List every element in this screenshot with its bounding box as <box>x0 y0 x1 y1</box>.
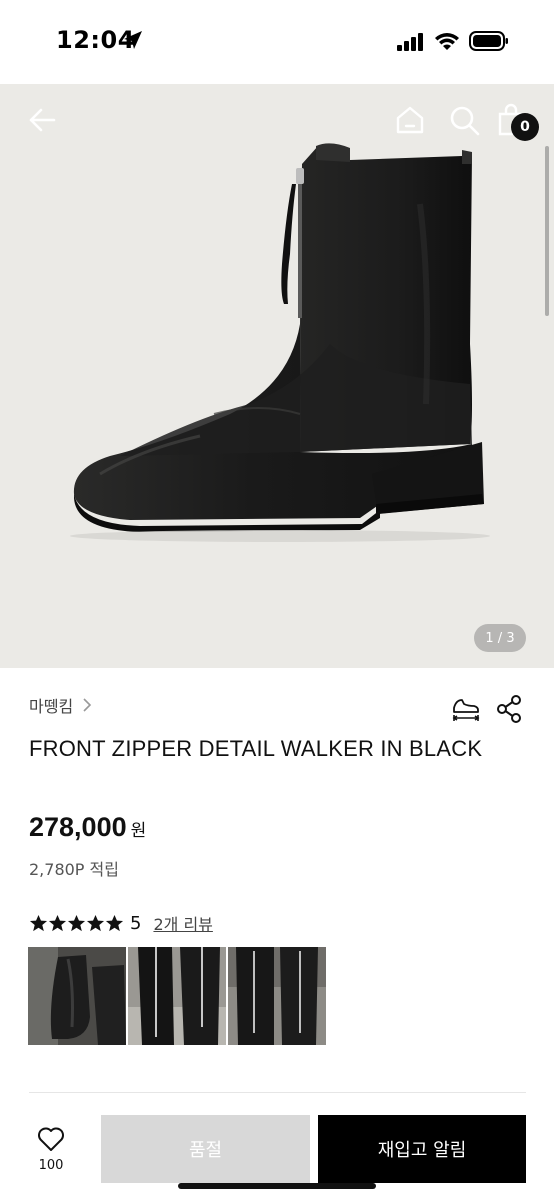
product-title: FRONT ZIPPER DETAIL WALKER IN BLACK <box>29 736 483 761</box>
rating-score: 5 <box>130 912 142 934</box>
divider <box>29 1092 526 1093</box>
reward-points: 2,780P 적립 <box>29 860 119 879</box>
location-arrow-icon <box>124 31 142 49</box>
star-icon <box>105 914 124 931</box>
home-icon[interactable] <box>392 102 428 138</box>
wifi-icon <box>435 33 459 50</box>
search-icon[interactable] <box>446 102 482 138</box>
chevron-right-icon <box>83 698 92 712</box>
like-button[interactable]: 100 <box>22 1126 80 1184</box>
product-image <box>70 143 490 542</box>
cellular-signal-icon <box>397 33 423 51</box>
star-icon <box>29 914 48 931</box>
product-image-gallery[interactable]: 0 1 / 3 <box>0 84 554 668</box>
share-icon[interactable] <box>495 694 523 724</box>
price: 278,000 원 <box>29 812 146 843</box>
cart-count-badge[interactable]: 0 <box>511 113 539 141</box>
home-indicator[interactable] <box>178 1183 376 1189</box>
review-count-link[interactable]: 2개 리뷰 <box>153 911 212 935</box>
star-icon <box>67 914 86 931</box>
size-guide-icon[interactable] <box>450 692 482 724</box>
back-arrow-icon[interactable] <box>24 102 60 138</box>
star-icon <box>86 914 105 931</box>
heart-icon <box>38 1127 64 1151</box>
battery-icon <box>469 31 508 51</box>
price-unit: 원 <box>130 821 147 841</box>
scrollbar[interactable] <box>545 146 549 316</box>
review-photo[interactable] <box>128 947 226 1045</box>
star-icon <box>48 914 67 931</box>
rating: 5 2개 리뷰 <box>29 911 213 935</box>
like-count: 100 <box>38 1158 64 1173</box>
review-photo-strip <box>28 947 326 1045</box>
gallery-page-indicator: 1 / 3 <box>474 624 526 652</box>
review-photo[interactable] <box>28 947 126 1045</box>
brand-name: 마뗑킴 <box>29 697 74 716</box>
status-bar: 12:04 <box>0 0 554 84</box>
price-value: 278,000 <box>29 812 127 842</box>
soldout-button[interactable]: 품절 <box>101 1115 310 1183</box>
restock-alert-button[interactable]: 재입고 알림 <box>318 1115 526 1183</box>
brand-link[interactable]: 마뗑킴 <box>29 693 93 717</box>
review-photo[interactable] <box>228 947 326 1045</box>
